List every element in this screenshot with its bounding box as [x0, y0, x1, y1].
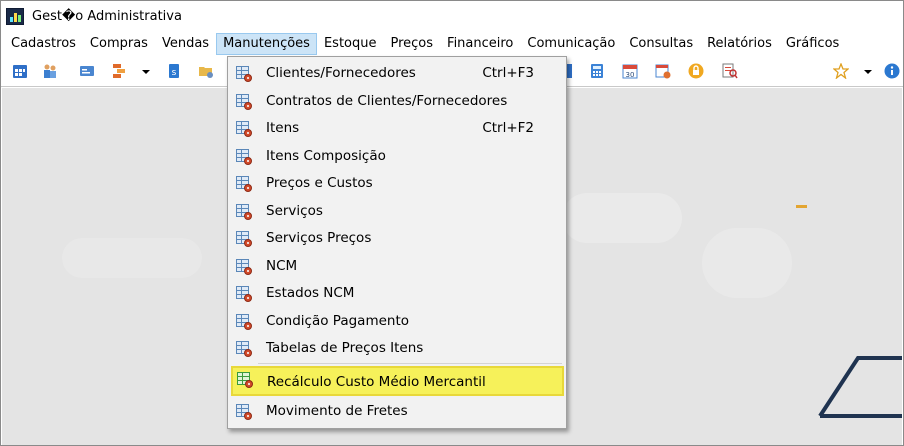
calendar-gear-icon[interactable]	[655, 63, 671, 79]
phone-s-icon[interactable]: s	[166, 63, 182, 79]
svg-text:s: s	[172, 68, 177, 78]
menu-item-shortcut: Ctrl+F3	[482, 65, 534, 81]
menu-item-estados-ncm[interactable]: Estados NCM	[230, 280, 564, 307]
folder-gear-icon[interactable]	[198, 63, 214, 79]
menu-separator	[258, 363, 562, 364]
svg-text:30: 30	[626, 71, 635, 79]
window-title: Gest�o Administrativa	[32, 9, 182, 24]
org-chart-icon[interactable]	[112, 63, 128, 79]
manutencoes-dropdown-menu: Clientes/Fornecedores Ctrl+F3 Contratos …	[227, 56, 567, 429]
dropdown-arrow-icon[interactable]	[142, 70, 150, 74]
menu-item-itens-composicao[interactable]: Itens Composição	[230, 143, 564, 170]
grid-gear-icon	[236, 286, 252, 302]
menu-vendas[interactable]: Vendas	[155, 33, 216, 55]
grid-gear-icon	[236, 176, 252, 192]
report-search-icon[interactable]	[722, 63, 738, 79]
menu-item-clientes-fornecedores[interactable]: Clientes/Fornecedores Ctrl+F3	[230, 60, 564, 87]
background-accent-mark	[796, 205, 807, 208]
menu-item-label: NCM	[266, 258, 298, 274]
menu-item-itens[interactable]: Itens Ctrl+F2	[230, 115, 564, 142]
menu-item-shortcut: Ctrl+F2	[482, 120, 534, 136]
menu-comunicacao[interactable]: Comunicação	[520, 33, 622, 55]
menu-item-label: Clientes/Fornecedores	[266, 65, 416, 81]
menu-graficos[interactable]: Gráficos	[779, 33, 846, 55]
menu-manutencoes[interactable]: Manutenções	[216, 33, 317, 55]
menu-item-label: Preços e Custos	[266, 175, 373, 191]
menu-item-servicos[interactable]: Serviços	[230, 198, 564, 225]
grid-gear-icon	[236, 259, 252, 275]
app-logo-icon	[6, 8, 24, 25]
menu-item-label: Itens Composição	[266, 148, 386, 164]
menu-financeiro[interactable]: Financeiro	[440, 33, 520, 55]
calendar-grid-icon[interactable]	[12, 63, 28, 79]
background-logo-shape	[818, 356, 902, 418]
calendar-30-icon[interactable]: 30	[622, 63, 638, 79]
menu-item-label: Contratos de Clientes/Fornecedores	[266, 93, 508, 109]
menu-compras[interactable]: Compras	[83, 33, 155, 55]
menu-item-precos-custos[interactable]: Preços e Custos	[230, 170, 564, 197]
menu-bar: Cadastros Compras Vendas Manutenções Est…	[1, 32, 903, 56]
calculator-icon[interactable]	[589, 63, 605, 79]
menu-item-label: Estados NCM	[266, 285, 355, 301]
grid-gear-icon	[236, 404, 252, 420]
title-bar: Gest�o Administrativa	[1, 1, 903, 32]
menu-cadastros[interactable]: Cadastros	[4, 33, 83, 55]
grid-gear-icon	[236, 66, 252, 82]
menu-item-tabelas-precos-itens[interactable]: Tabelas de Preços Itens	[230, 335, 564, 362]
menu-item-label: Tabelas de Preços Itens	[266, 340, 424, 356]
grid-gear-icon	[236, 94, 252, 110]
menu-item-label: Recálculo Custo Médio Mercantil	[267, 374, 486, 390]
menu-item-servicos-precos[interactable]: Serviços Preços	[230, 225, 564, 252]
menu-item-movimento-fretes[interactable]: Movimento de Fretes	[230, 398, 564, 425]
lock-icon[interactable]	[688, 63, 704, 79]
menu-relatorios[interactable]: Relatórios	[700, 33, 779, 55]
background-map-shape	[562, 193, 682, 243]
menu-item-label: Itens	[266, 120, 300, 136]
menu-item-label: Serviços	[266, 203, 323, 219]
background-map-shape	[62, 238, 202, 278]
menu-item-condicao-pagamento[interactable]: Condição Pagamento	[230, 308, 564, 335]
grid-gear-icon	[236, 149, 252, 165]
info-icon[interactable]	[884, 63, 900, 79]
menu-item-label: Condição Pagamento	[266, 313, 410, 329]
menu-item-recalculo-custo-medio[interactable]: Recálculo Custo Médio Mercantil	[231, 366, 564, 396]
background-map-shape	[702, 228, 792, 298]
card-icon[interactable]	[79, 63, 95, 79]
menu-item-label: Movimento de Fretes	[266, 403, 408, 419]
green-grid-gear-icon	[237, 372, 253, 388]
menu-item-contratos[interactable]: Contratos de Clientes/Fornecedores	[230, 88, 564, 115]
app-window: Gest�o Administrativa Cadastros Compras …	[0, 0, 904, 446]
grid-gear-icon	[236, 341, 252, 357]
grid-gear-icon	[236, 314, 252, 330]
menu-estoque[interactable]: Estoque	[317, 33, 384, 55]
dropdown-arrow-icon[interactable]	[864, 70, 872, 74]
menu-precos[interactable]: Preços	[383, 33, 440, 55]
people-icon[interactable]	[42, 63, 58, 79]
grid-gear-icon	[236, 231, 252, 247]
menu-item-ncm[interactable]: NCM	[230, 253, 564, 280]
menu-consultas[interactable]: Consultas	[622, 33, 700, 55]
grid-gear-icon	[236, 121, 252, 137]
menu-item-label: Serviços Preços	[266, 230, 372, 246]
star-icon[interactable]	[833, 63, 849, 79]
grid-gear-icon	[236, 204, 252, 220]
